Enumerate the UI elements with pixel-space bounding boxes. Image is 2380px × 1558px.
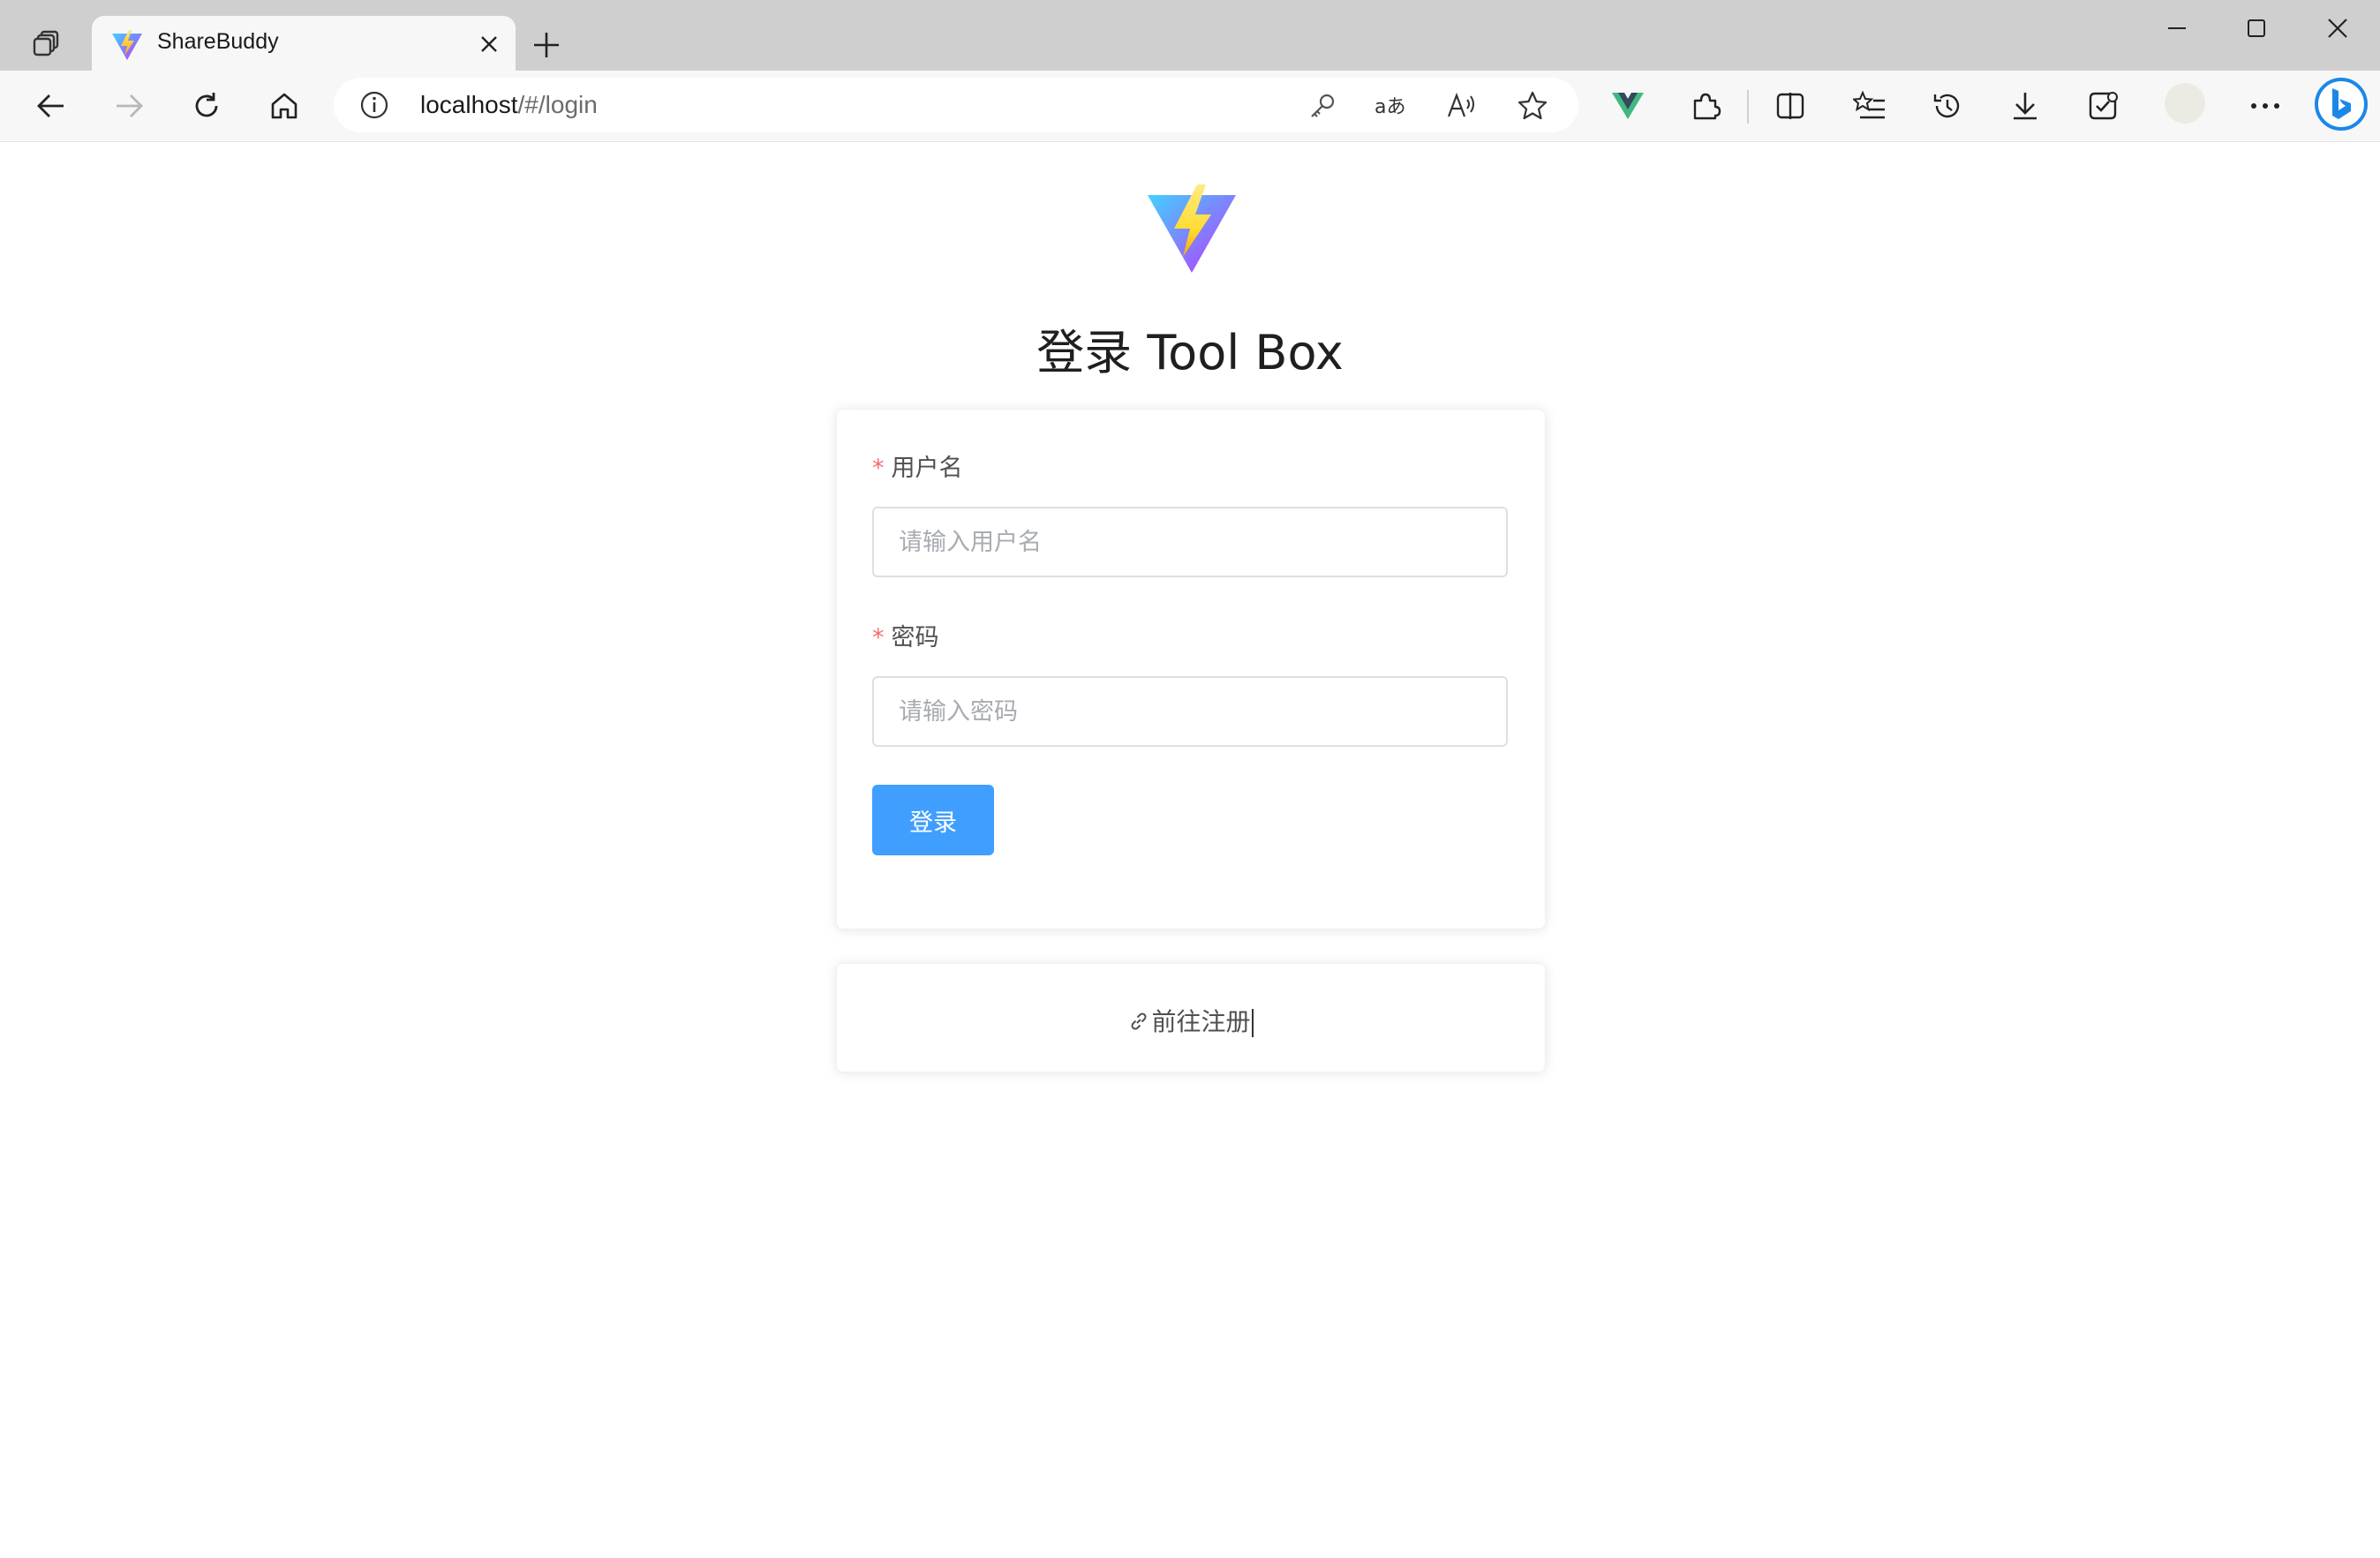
forward-arrow-icon[interactable]: [108, 87, 150, 125]
favorites-list-icon[interactable]: [1849, 87, 1891, 125]
back-arrow-icon[interactable]: [30, 87, 72, 125]
username-input[interactable]: [872, 507, 1508, 577]
password-label-text: 密码: [891, 624, 939, 651]
url-path: /#/login: [517, 91, 598, 118]
register-link[interactable]: 前往注册: [837, 1003, 1545, 1038]
translate-icon[interactable]: aあ: [1374, 88, 1409, 124]
required-mark: *: [872, 455, 885, 482]
read-aloud-icon[interactable]: [1444, 88, 1480, 124]
text-cursor: [1251, 1009, 1254, 1037]
favorite-star-icon[interactable]: [1515, 88, 1550, 124]
maximize-icon[interactable]: [2216, 0, 2297, 56]
toolbar-separator: [1747, 90, 1749, 124]
split-screen-icon[interactable]: [1769, 87, 1811, 125]
tab-title: ShareBuddy: [157, 29, 279, 54]
bing-copilot-icon[interactable]: [2313, 76, 2369, 132]
username-label: * 用户名: [872, 448, 963, 483]
refresh-icon[interactable]: [185, 87, 228, 125]
url-host: localhost: [420, 91, 518, 118]
vite-logo-icon: [1144, 183, 1239, 278]
home-icon[interactable]: [263, 87, 305, 125]
close-tab-icon[interactable]: [475, 30, 503, 58]
page-title: 登录 Tool Box: [1036, 325, 1344, 380]
login-button[interactable]: 登录: [872, 785, 994, 855]
browser-title-bar: ShareBuddy: [0, 0, 2380, 71]
minimize-icon[interactable]: [2136, 0, 2218, 56]
key-icon[interactable]: [1305, 88, 1340, 124]
url-text[interactable]: localhost/#/login: [420, 91, 598, 119]
close-window-icon[interactable]: [2297, 0, 2378, 56]
link-icon: [1128, 1009, 1149, 1038]
password-input[interactable]: [872, 676, 1508, 747]
login-form-card: *用户名 *密码 登录: [836, 409, 1546, 930]
browser-essentials-icon[interactable]: [2082, 87, 2124, 125]
new-tab-icon[interactable]: [526, 25, 567, 65]
address-bar[interactable]: localhost/#/login aあ: [334, 78, 1578, 132]
required-mark: *: [872, 624, 885, 651]
browser-toolbar: localhost/#/login aあ: [0, 71, 2380, 142]
browser-tab[interactable]: ShareBuddy: [92, 16, 516, 71]
vue-devtools-icon[interactable]: [1607, 87, 1649, 125]
history-icon[interactable]: [1926, 87, 1969, 125]
svg-text:aあ: aあ: [1375, 96, 1405, 118]
tab-actions-icon[interactable]: [25, 25, 71, 62]
site-info-icon[interactable]: [358, 89, 390, 121]
username-label-text: 用户名: [891, 455, 963, 482]
downloads-icon[interactable]: [2004, 87, 2046, 125]
more-options-icon[interactable]: [2244, 87, 2286, 125]
register-link-text: 前往注册: [1151, 1007, 1251, 1036]
vite-favicon-icon: [109, 28, 145, 64]
extensions-puzzle-icon[interactable]: [1684, 87, 1727, 125]
password-label: * 密码: [872, 618, 939, 652]
profile-avatar[interactable]: [2165, 83, 2205, 124]
page-content: 登录 Tool Box *用户名 *密码 登录 前往注册: [9, 142, 2371, 1553]
register-card: 前往注册: [836, 963, 1546, 1073]
